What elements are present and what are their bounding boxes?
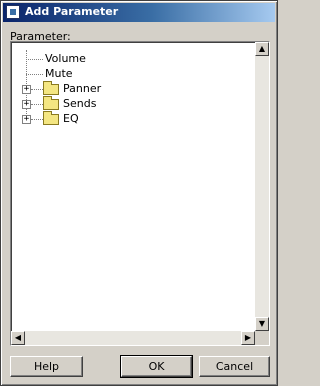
tree-connector	[31, 104, 43, 105]
tree-connector	[26, 74, 43, 75]
scroll-corner	[255, 331, 269, 345]
help-button[interactable]: Help	[10, 356, 83, 377]
scroll-up-icon[interactable]: ▲	[255, 42, 269, 56]
title-bar[interactable]: Add Parameter	[3, 3, 275, 22]
window-icon	[6, 5, 20, 19]
tree-connector	[31, 119, 43, 120]
folder-icon	[43, 111, 59, 125]
tree-item-panner[interactable]: + Panner	[11, 81, 256, 96]
tree-item-label: Sends	[63, 97, 97, 110]
tree-item-label: Mute	[45, 67, 73, 80]
scroll-left-icon[interactable]: ◀	[11, 331, 25, 345]
scroll-down-icon[interactable]: ▼	[255, 317, 269, 331]
tree-item-eq[interactable]: + EQ	[11, 111, 256, 126]
cancel-button[interactable]: Cancel	[199, 356, 270, 377]
vertical-scrollbar[interactable]: ▲ ▼	[255, 42, 269, 331]
tree-connector	[31, 89, 43, 90]
scroll-right-icon[interactable]: ▶	[241, 331, 255, 345]
window-title: Add Parameter	[25, 5, 119, 18]
tree-connector	[26, 59, 43, 60]
add-parameter-dialog: Add Parameter Parameter: Volume Mute + P…	[0, 0, 278, 386]
tree-item-label: Volume	[45, 52, 86, 65]
expand-icon[interactable]: +	[22, 115, 31, 124]
tree-item-sends[interactable]: + Sends	[11, 96, 256, 111]
parameter-tree[interactable]: Volume Mute + Panner + Sends + EQ ▲ ▼ ◀ …	[10, 41, 270, 346]
tree-item-label: EQ	[63, 112, 79, 125]
folder-icon	[43, 96, 59, 110]
ok-button[interactable]: OK	[120, 355, 193, 378]
folder-icon	[43, 81, 59, 95]
tree-item-volume[interactable]: Volume	[11, 52, 256, 66]
expand-icon[interactable]: +	[22, 100, 31, 109]
tree-item-label: Panner	[63, 82, 102, 95]
horizontal-scrollbar[interactable]: ◀ ▶	[11, 331, 255, 345]
expand-icon[interactable]: +	[22, 85, 31, 94]
tree-item-mute[interactable]: Mute	[11, 67, 256, 81]
